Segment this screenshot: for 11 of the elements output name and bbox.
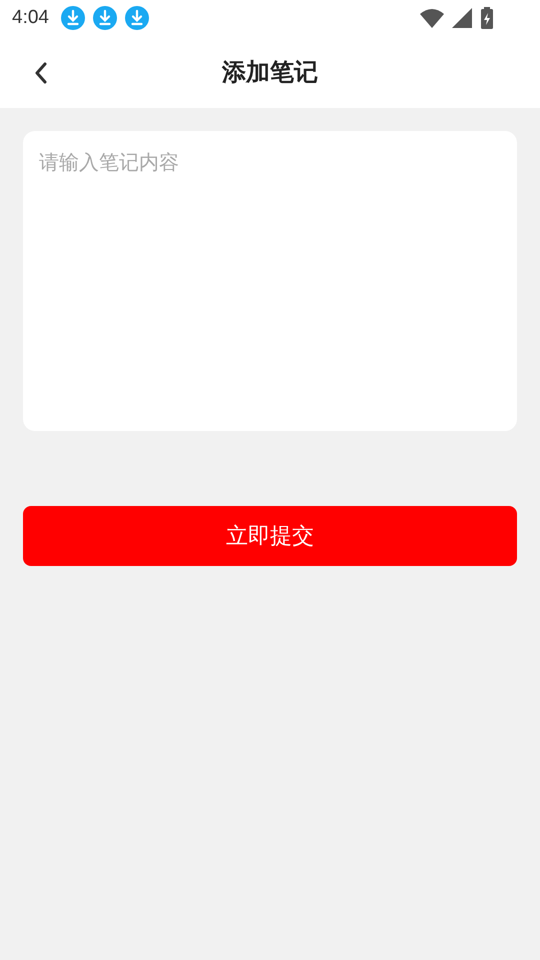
wifi-icon: [420, 8, 444, 28]
submit-button[interactable]: 立即提交: [23, 506, 517, 566]
page-title: 添加笔记: [222, 57, 318, 88]
download-icon: [60, 6, 85, 30]
battery-icon: [480, 7, 494, 29]
note-input-field[interactable]: 请输入笔记内容: [23, 131, 517, 431]
status-time: 4:04: [12, 7, 49, 29]
signal-icon: [452, 8, 472, 28]
back-icon: [33, 62, 49, 84]
download-icon: [124, 6, 149, 30]
download-icon: [92, 6, 117, 30]
